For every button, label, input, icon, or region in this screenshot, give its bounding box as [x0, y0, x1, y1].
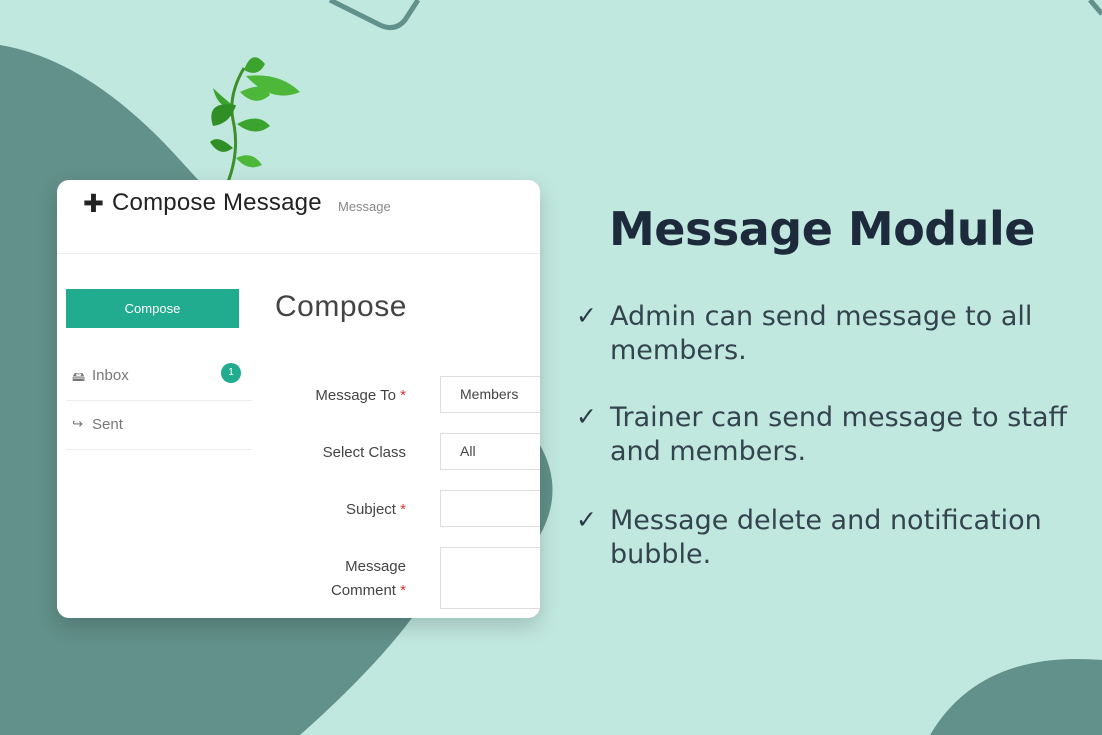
sidebar-item-inbox[interactable]: 🖴 Inbox 1	[66, 352, 252, 401]
form-title: Compose	[275, 290, 407, 323]
outline-shape-corner	[1088, 0, 1102, 16]
required-mark: *	[400, 501, 406, 518]
message-comment-textarea[interactable]	[440, 547, 540, 609]
subject-label: Subject *	[345, 501, 406, 518]
message-to-label: Message To *	[315, 387, 406, 404]
sidebar-item-sent[interactable]: ↪ Sent	[66, 401, 252, 450]
subject-input[interactable]	[440, 490, 540, 527]
feature-text: Message delete and notification bubble.	[610, 505, 1042, 570]
sidebar-item-label: Inbox	[92, 367, 129, 384]
check-icon: ✓	[576, 301, 597, 330]
outline-shape-top	[328, 0, 421, 31]
select-class-label: Select Class	[322, 444, 406, 461]
plus-icon: ✚	[83, 189, 104, 218]
select-class-select[interactable]: All	[440, 433, 540, 470]
sign-out-icon: ↪	[72, 417, 83, 432]
message-comment-label: Message Comment *	[330, 558, 406, 599]
page-subtitle: Message	[338, 199, 391, 214]
card-header: ✚ Compose Message Message	[57, 180, 540, 254]
inbox-icon: 🖴	[72, 370, 86, 385]
plant-sprout-icon	[210, 57, 300, 183]
feature-text: Admin can send message to all members.	[610, 301, 1033, 366]
unread-count-badge: 1	[221, 363, 241, 383]
dark-corner-blob	[930, 658, 1102, 735]
required-mark: *	[400, 582, 406, 599]
message-to-select[interactable]: Members	[440, 376, 540, 413]
compose-message-card: ✚ Compose Message Message Compose 🖴 Inbo…	[57, 180, 540, 618]
compose-button[interactable]: Compose	[66, 289, 239, 328]
promo-title: Message Module	[609, 202, 1035, 256]
sidebar-item-label: Sent	[92, 416, 123, 433]
page-title: Compose Message	[112, 189, 322, 216]
feature-text: Trainer can send message to staff and me…	[610, 402, 1068, 467]
required-mark: *	[400, 387, 406, 404]
check-icon: ✓	[576, 402, 597, 431]
check-icon: ✓	[576, 505, 597, 534]
